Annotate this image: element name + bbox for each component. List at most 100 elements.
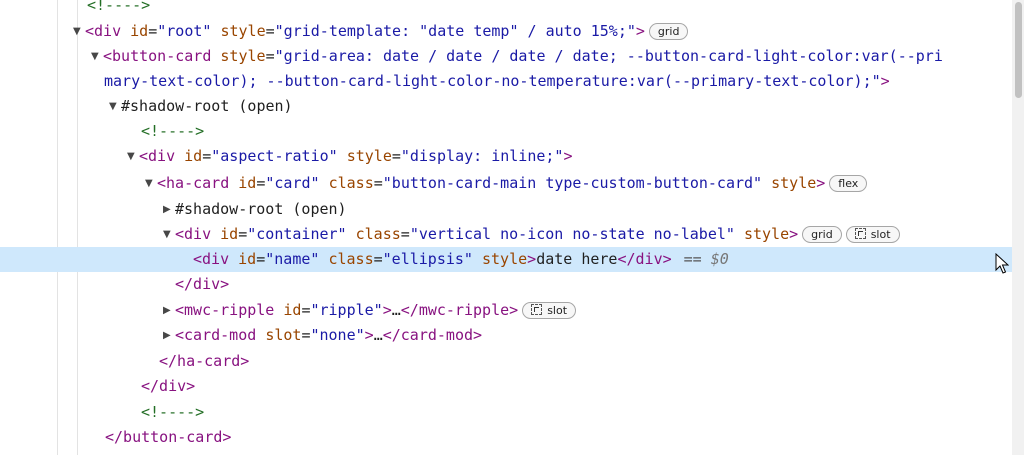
dom-line-shadow-root[interactable]: ▶ #shadow-root (open) [0,197,1012,222]
triangle-down-icon[interactable]: ▼ [109,94,121,119]
tag-bracket: > [382,301,392,319]
attr-value[interactable]: mary-text-color); --button-card-light-co… [104,72,881,90]
triangle-down-icon[interactable]: ▼ [73,19,85,44]
attr-name[interactable]: id [130,22,148,40]
equals: = [265,22,275,40]
tag-name: card-mod [184,326,257,344]
attr-name[interactable]: class [329,174,374,192]
triangle-right-icon[interactable]: ▶ [163,323,175,348]
attr-value[interactable]: "none" [310,326,364,344]
triangle-down-icon[interactable]: ▼ [163,222,175,247]
equals: = [373,250,383,268]
tag-bracket: > [816,174,826,192]
comment-node: <!----> [141,403,205,421]
tag-bracket: < [175,301,185,319]
attr-value[interactable]: "display: inline;" [401,147,564,165]
tag-name: mwc-ripple [184,301,275,319]
tag-name: div [94,22,122,40]
vertical-scrollbar[interactable] [1012,0,1024,455]
triangle-down-icon[interactable]: ▼ [91,44,103,69]
attr-value[interactable]: "aspect-ratio" [211,147,337,165]
closing-tag: </div> [175,275,230,293]
dom-line-close-button-card[interactable]: </button-card> [0,425,1012,450]
attr-name[interactable]: slot [265,326,301,344]
attr-value[interactable]: "container" [247,225,346,243]
attr-name[interactable]: id [238,250,256,268]
attr-value[interactable]: "button-card-main type-custom-button-car… [383,174,762,192]
attr-name[interactable]: id [220,225,238,243]
triangle-down-icon[interactable]: ▼ [145,171,157,196]
dom-line-close-ha-card[interactable]: </ha-card> [0,349,1012,374]
attr-value[interactable]: "grid-area: date / date / date / date; -… [275,47,943,65]
attr-name[interactable]: class [328,250,373,268]
slot-badge[interactable]: slot [522,302,577,319]
triangle-down-icon[interactable]: ▼ [127,144,139,169]
dom-line-close-div[interactable]: </div> [0,272,1012,297]
grid-badge[interactable]: grid [802,226,842,243]
collapsed-content[interactable]: … [374,326,383,344]
flex-badge[interactable]: flex [829,175,868,192]
attr-value[interactable]: "vertical no-icon no-state no-label" [410,225,735,243]
equals: = [148,22,158,40]
tag-bracket: < [175,326,185,344]
comment-node: <!----> [87,0,151,14]
attr-name[interactable]: style [347,147,392,165]
triangle-right-icon[interactable]: ▶ [163,197,175,222]
tag-bracket: > [789,225,799,243]
dom-line-mwc-ripple[interactable]: ▶ <mwc-ripple id="ripple">…</mwc-ripple> s… [0,298,1012,323]
attr-value[interactable]: "ripple" [310,301,382,319]
comment-node: <!----> [141,122,205,140]
tag-bracket: > [527,250,537,268]
tag-name: ha-card [166,174,230,192]
attr-name[interactable]: style [744,225,789,243]
tag-bracket: < [85,22,95,40]
dom-line-wrap[interactable]: mary-text-color); --button-card-light-co… [0,69,1012,94]
closing-tag: </div> [617,250,672,268]
tag-bracket: < [157,174,167,192]
tag-bracket: > [364,326,374,344]
dom-line-shadow-root[interactable]: ▼ #shadow-root (open) [0,94,1012,119]
dom-line-root-div[interactable]: ▼ <div id="root" style="grid-template: "d… [0,19,1012,44]
slot-badge[interactable]: slot [845,226,900,243]
attr-name[interactable]: style [220,47,265,65]
dom-line-container[interactable]: ▼ <div id="container" class="vertical no-… [0,222,1012,247]
dom-line-close-div[interactable]: </div> [0,374,1012,399]
grid-badge[interactable]: grid [648,23,689,40]
attr-name[interactable]: style [482,250,527,268]
text-node[interactable]: date here [536,250,617,268]
closing-tag: </button-card> [105,428,232,446]
attr-value[interactable]: "card" [265,174,319,192]
dom-line-name-selected[interactable]: <div id="name" class="ellipsis" style>da… [0,247,1012,272]
collapsed-content[interactable]: … [392,301,401,319]
attr-name[interactable]: style [220,22,265,40]
dom-line-aspect-ratio[interactable]: ▼ <div id="aspect-ratio" style="display: … [0,144,1012,169]
dom-line-comment[interactable]: <!----> [0,0,1012,18]
dom-line-comment[interactable]: <!----> [0,119,1012,144]
slot-badge-label: slot [547,304,568,317]
dom-line-button-card[interactable]: ▼ <button-card style="grid-area: date / d… [0,44,1012,69]
attr-value[interactable]: "root" [157,22,211,40]
dom-line-comment[interactable]: <!----> [0,400,1012,425]
closing-tag: </mwc-ripple> [400,301,519,319]
equals: = [238,225,248,243]
dom-line-ha-card[interactable]: ▼ <ha-card id="card" class="button-card-m… [0,171,1012,196]
attr-value[interactable]: "name" [265,250,319,268]
attr-value[interactable]: "grid-template: "date temp" / auto 15%;" [275,22,636,40]
equals: = [202,147,212,165]
tag-bracket: < [103,47,113,65]
dom-line-card-mod[interactable]: ▶ <card-mod slot="none">…</card-mod> [0,323,1012,348]
triangle-right-icon[interactable]: ▶ [163,298,175,323]
attr-name[interactable]: id [238,174,256,192]
mouse-pointer-icon [995,253,1009,274]
tag-name: div [184,225,212,243]
closing-tag: </card-mod> [382,326,483,344]
attr-name[interactable]: id [184,147,202,165]
scrollbar-thumb[interactable] [1015,2,1022,98]
attr-name[interactable]: class [356,225,401,243]
attr-name[interactable]: id [283,301,301,319]
attr-value[interactable]: "ellipsis" [383,250,473,268]
equals: = [400,225,410,243]
shadow-root-label: #shadow-root (open) [121,97,293,115]
tag-name: button-card [112,47,212,65]
attr-name[interactable]: style [771,174,816,192]
